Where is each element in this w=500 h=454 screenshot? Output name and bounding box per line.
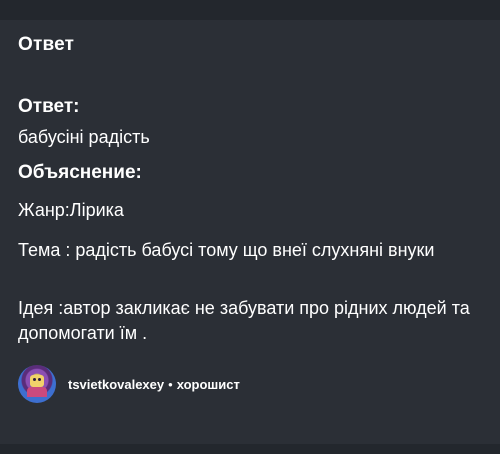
author-username[interactable]: tsvietkovalexey xyxy=(68,377,164,392)
genre-paragraph: Жанр:Лірика xyxy=(18,200,124,220)
explanation-label: Объяснение: xyxy=(18,162,142,183)
theme-paragraph: Тема : радість бабусі тому що внеї слухн… xyxy=(18,240,435,260)
avatar-eye-right xyxy=(38,378,41,381)
author-row: tsvietkovalexey • хорошист xyxy=(18,364,240,404)
idea-paragraph: Ідея :автор закликає не забувати про рід… xyxy=(18,298,470,343)
bottom-strip xyxy=(0,444,500,454)
answer-label: Ответ: xyxy=(18,96,80,117)
section-title: Ответ xyxy=(18,34,75,55)
avatar-eye-left xyxy=(33,378,36,381)
author-rank: хорошист xyxy=(176,376,240,392)
avatar-face xyxy=(30,375,44,387)
answer-text: бабусіні радість xyxy=(18,127,150,147)
author-meta: tsvietkovalexey • хорошист xyxy=(68,377,240,392)
avatar-body xyxy=(27,387,47,397)
top-strip xyxy=(0,0,500,20)
avatar[interactable] xyxy=(18,365,56,403)
separator-dot: • xyxy=(168,376,173,392)
